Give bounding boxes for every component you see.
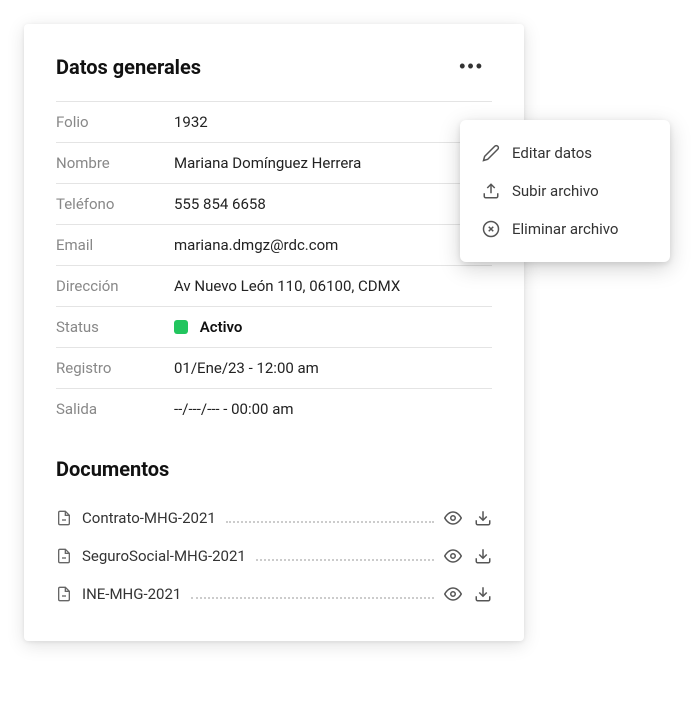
- options-dropdown-menu: Editar datos Subir archivo Eliminar arch…: [460, 120, 670, 262]
- doc-spacer: [191, 597, 434, 599]
- download-icon: [474, 585, 492, 603]
- row-salida: Salida --/---/--- - 00:00 am: [56, 388, 492, 429]
- pencil-icon: [482, 144, 500, 162]
- eye-icon: [444, 585, 462, 603]
- doc-spacer: [226, 521, 434, 523]
- document-name: SeguroSocial-MHG-2021: [82, 547, 246, 565]
- general-data-card: Datos generales ••• Folio 1932 Nombre Ma…: [24, 24, 524, 641]
- value-salida: --/---/--- - 00:00 am: [174, 400, 294, 418]
- status-indicator-icon: [174, 320, 188, 334]
- value-folio: 1932: [174, 113, 208, 131]
- value-email: mariana.dmgz@rdc.com: [174, 236, 338, 254]
- document-name: Contrato-MHG-2021: [82, 509, 216, 527]
- label-nombre: Nombre: [56, 154, 174, 172]
- card-header: Datos generales •••: [56, 52, 492, 81]
- row-nombre: Nombre Mariana Domínguez Herrera: [56, 142, 492, 183]
- row-folio: Folio 1932: [56, 101, 492, 142]
- section-title-documents: Documentos: [56, 457, 492, 481]
- doc-spacer: [256, 559, 434, 561]
- label-registro: Registro: [56, 359, 174, 377]
- upload-icon: [482, 182, 500, 200]
- download-document-button[interactable]: [474, 509, 492, 527]
- label-email: Email: [56, 236, 174, 254]
- menu-label-edit: Editar datos: [512, 144, 592, 162]
- menu-label-upload: Subir archivo: [512, 182, 599, 200]
- view-document-button[interactable]: [444, 509, 462, 527]
- file-icon: [56, 548, 72, 564]
- value-telefono: 555 854 6658: [174, 195, 266, 213]
- documents-section: Documentos Contrato-MHG-2021 SeguroSocia…: [56, 457, 492, 613]
- view-document-button[interactable]: [444, 547, 462, 565]
- download-icon: [474, 509, 492, 527]
- menu-item-upload[interactable]: Subir archivo: [460, 172, 670, 210]
- download-document-button[interactable]: [474, 585, 492, 603]
- x-circle-icon: [482, 220, 500, 238]
- document-name: INE-MHG-2021: [82, 585, 181, 603]
- document-row: SeguroSocial-MHG-2021: [56, 537, 492, 575]
- value-registro: 01/Ene/23 - 12:00 am: [174, 359, 319, 377]
- section-title-general: Datos generales: [56, 55, 201, 79]
- row-registro: Registro 01/Ene/23 - 12:00 am: [56, 347, 492, 388]
- row-status: Status Activo: [56, 306, 492, 347]
- more-options-button[interactable]: •••: [451, 52, 492, 81]
- row-direccion: Dirección Av Nuevo León 110, 06100, CDMX: [56, 265, 492, 306]
- label-folio: Folio: [56, 113, 174, 131]
- download-icon: [474, 547, 492, 565]
- menu-item-delete[interactable]: Eliminar archivo: [460, 210, 670, 248]
- view-document-button[interactable]: [444, 585, 462, 603]
- document-actions: [444, 509, 492, 527]
- download-document-button[interactable]: [474, 547, 492, 565]
- eye-icon: [444, 509, 462, 527]
- label-direccion: Dirección: [56, 277, 174, 295]
- status-text: Activo: [200, 318, 243, 336]
- label-status: Status: [56, 318, 174, 336]
- label-telefono: Teléfono: [56, 195, 174, 213]
- menu-label-delete: Eliminar archivo: [512, 220, 618, 238]
- file-icon: [56, 510, 72, 526]
- document-actions: [444, 547, 492, 565]
- document-row: INE-MHG-2021: [56, 575, 492, 613]
- more-horizontal-icon: •••: [459, 56, 484, 76]
- file-icon: [56, 586, 72, 602]
- value-direccion: Av Nuevo León 110, 06100, CDMX: [174, 277, 400, 295]
- value-status: Activo: [174, 318, 242, 336]
- value-nombre: Mariana Domínguez Herrera: [174, 154, 361, 172]
- document-row: Contrato-MHG-2021: [56, 499, 492, 537]
- row-telefono: Teléfono 555 854 6658: [56, 183, 492, 224]
- label-salida: Salida: [56, 400, 174, 418]
- document-actions: [444, 585, 492, 603]
- menu-item-edit[interactable]: Editar datos: [460, 134, 670, 172]
- row-email: Email mariana.dmgz@rdc.com: [56, 224, 492, 265]
- eye-icon: [444, 547, 462, 565]
